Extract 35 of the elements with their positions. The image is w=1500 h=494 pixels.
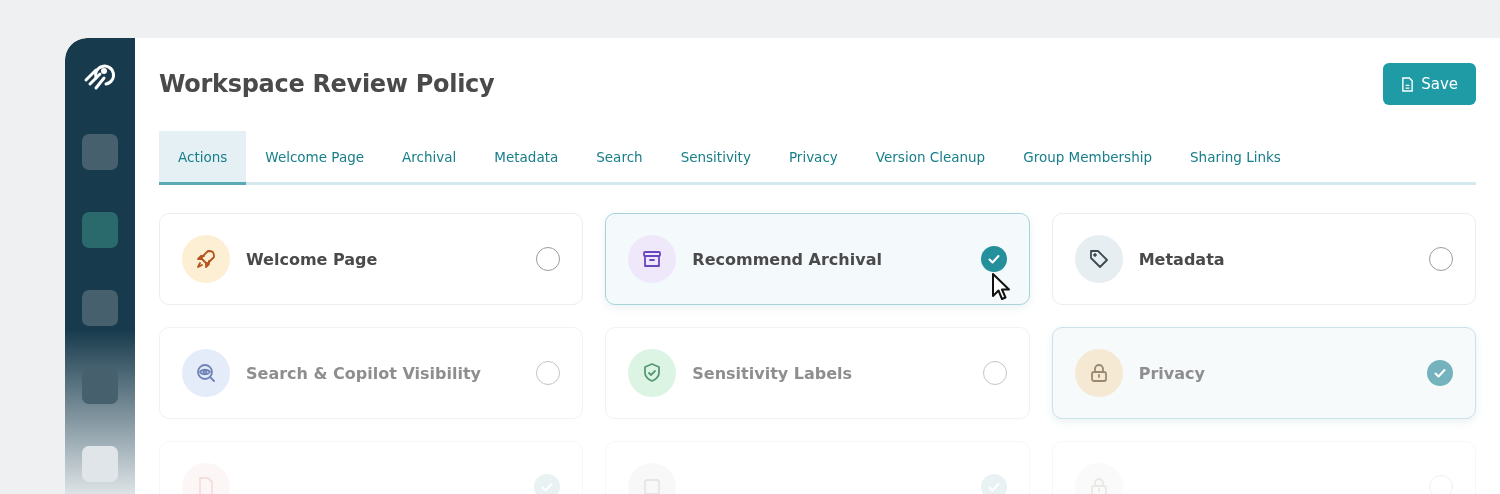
option-label: Recommend Archival — [692, 249, 883, 269]
tab[interactable]: Sensitivity — [661, 131, 770, 185]
tab[interactable]: Search — [577, 131, 662, 185]
option-label: Search & Copilot Visibility — [246, 363, 482, 383]
tab[interactable]: Privacy — [769, 131, 857, 185]
document-icon — [1401, 76, 1415, 92]
option-card[interactable]: Sensitivity Labels — [605, 327, 1030, 419]
page-title: Workspace Review Policy — [159, 70, 495, 98]
eye-search-icon — [194, 361, 218, 385]
tab[interactable]: Version Cleanup — [856, 131, 1005, 185]
tab[interactable]: Welcome Page — [246, 131, 384, 185]
tab[interactable]: Group Membership — [1004, 131, 1172, 185]
nav-item[interactable] — [82, 290, 118, 326]
check-circle-icon[interactable] — [1427, 360, 1453, 386]
nav-item[interactable] — [82, 134, 118, 170]
tab[interactable]: Actions — [159, 131, 247, 185]
option-card[interactable]: Privacy — [1051, 327, 1476, 419]
option-card[interactable]: Recommend Archival — [605, 213, 1030, 305]
option-label: Sensitivity Labels — [692, 363, 854, 383]
nav-item[interactable] — [82, 446, 118, 482]
option-card[interactable]: Metadata — [1051, 213, 1476, 305]
cursor-icon — [991, 272, 1011, 302]
save-button[interactable]: Save — [1383, 63, 1476, 105]
check-circle-icon[interactable] — [980, 246, 1007, 272]
nav-item[interactable] — [82, 368, 118, 404]
tab[interactable]: Metadata — [475, 131, 578, 185]
option-label: Welcome Page — [246, 249, 379, 269]
option-label: Metadata — [1138, 249, 1226, 269]
option-card[interactable]: Search & Copilot Visibility — [159, 327, 584, 419]
nav-item[interactable] — [82, 212, 118, 248]
tab[interactable]: Sharing Links — [1171, 131, 1300, 185]
option-card[interactable]: Welcome Page — [159, 213, 584, 305]
rocket-icon — [194, 247, 218, 271]
tab[interactable]: Archival — [383, 131, 476, 185]
option-label: Privacy — [1138, 363, 1206, 383]
